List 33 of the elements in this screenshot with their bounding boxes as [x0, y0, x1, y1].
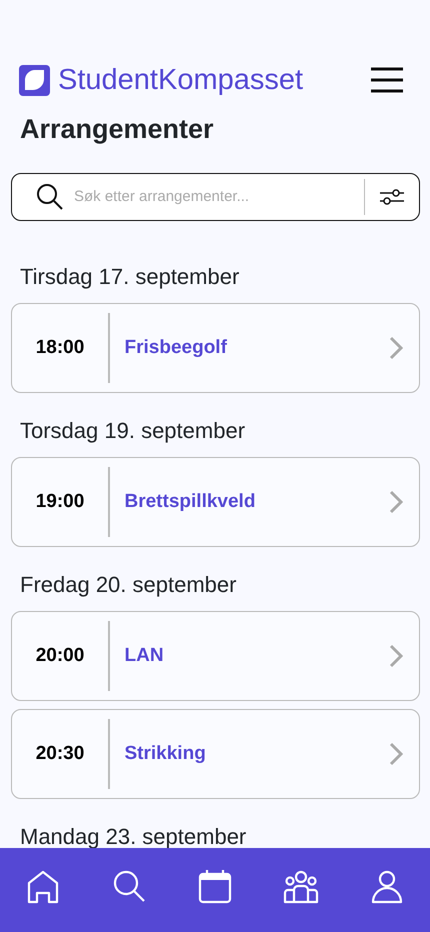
app-name: StudentKompasset [58, 63, 304, 98]
event-time: 20:30 [34, 742, 86, 766]
page-title: Arrangementer [20, 113, 215, 146]
sliders-icon [379, 188, 405, 206]
search-tab[interactable] [111, 868, 147, 904]
event-card[interactable]: 20:30 Strikking [11, 709, 420, 799]
chevron-icon [389, 336, 403, 360]
group-tab[interactable] [283, 868, 319, 904]
event-card[interactable]: 19:00 Brettspillkveld [11, 457, 420, 547]
day-heading: Torsdag 19. september [20, 417, 246, 445]
chevron-icon [389, 490, 403, 514]
event-name: Frisbeegolf [124, 336, 228, 360]
day-heading: Tirsdag 17. september [20, 263, 240, 291]
event-name: Strikking [124, 742, 207, 766]
event-card[interactable]: 20:00 LAN [11, 611, 420, 701]
chevron-icon [389, 644, 403, 668]
chevron-icon [389, 742, 403, 766]
menu-button[interactable] [370, 67, 404, 93]
search-input[interactable]: Søk etter arrangementer... [72, 184, 364, 210]
event-time: 20:00 [34, 644, 86, 668]
search-icon [36, 183, 64, 211]
home-tab[interactable] [25, 868, 61, 904]
search-field[interactable]: Søk etter arrangementer... [11, 173, 420, 221]
event-time: 19:00 [34, 490, 86, 514]
person-tab[interactable] [369, 868, 405, 904]
event-name: LAN [124, 644, 165, 668]
calendar-tab[interactable] [197, 868, 233, 904]
event-name: Brettspillkveld [124, 490, 256, 514]
day-heading: Fredag 20. september [20, 571, 238, 599]
menu-icon [370, 67, 404, 93]
event-time: 18:00 [34, 336, 86, 360]
event-card[interactable]: 18:00 Frisbeegolf [11, 303, 420, 393]
logo-icon [19, 64, 50, 96]
